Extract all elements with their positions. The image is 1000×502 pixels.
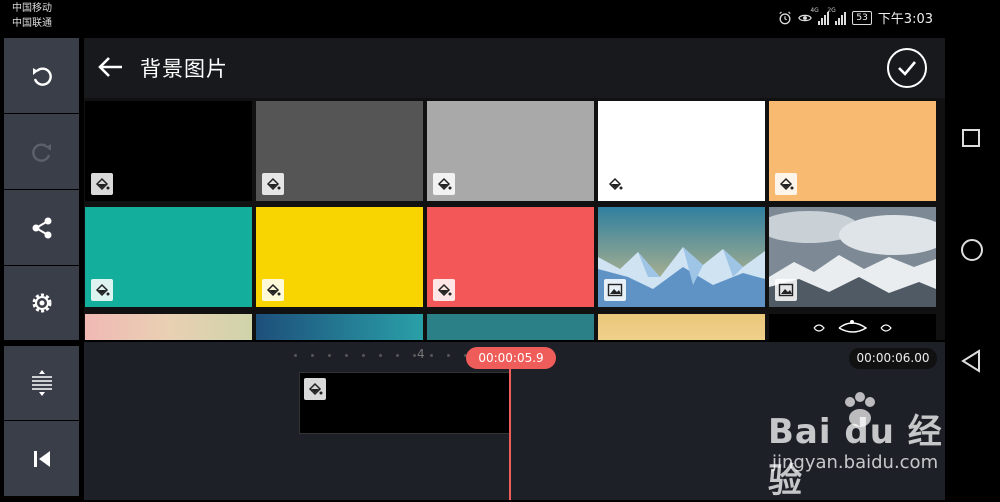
- color-tile[interactable]: [427, 101, 594, 201]
- timeline-ruler: [294, 354, 484, 357]
- battery-indicator: 53: [852, 10, 872, 25]
- image-tile-sand[interactable]: [598, 314, 765, 340]
- paint-bucket-icon: [262, 279, 284, 301]
- playhead-line[interactable]: [509, 368, 511, 500]
- share-icon: [32, 217, 51, 238]
- paint-bucket-icon: [433, 173, 455, 195]
- share-button[interactable]: [4, 190, 79, 265]
- left-toolbar: [4, 38, 80, 496]
- paint-bucket-icon: [775, 173, 797, 195]
- color-tile[interactable]: [256, 101, 423, 201]
- undo-button[interactable]: [4, 38, 79, 113]
- timeline-clip[interactable]: [299, 372, 511, 434]
- image-icon: [604, 279, 626, 301]
- confirm-button[interactable]: [887, 48, 927, 88]
- ornament-decoration: [813, 320, 892, 333]
- image-icon: [775, 279, 797, 301]
- header-bar: 背景图片: [84, 38, 945, 98]
- paint-bucket-icon: [91, 173, 113, 195]
- image-tile-ornament[interactable]: [769, 314, 936, 340]
- baidu-watermark: Bai du 经验 jingyan.baidu.com: [768, 390, 948, 501]
- split-icon: [31, 370, 52, 396]
- checkmark-icon: [898, 61, 916, 76]
- android-nav-bar: [945, 0, 1000, 500]
- skip-to-start-icon: [33, 450, 50, 467]
- back-icon[interactable]: [959, 348, 983, 374]
- redo-icon: [31, 142, 51, 162]
- color-tile[interactable]: [598, 101, 765, 201]
- image-tile-dark-teal[interactable]: [427, 314, 594, 340]
- carrier-2: 中国联通: [12, 18, 52, 29]
- background-grid: [84, 98, 945, 340]
- undo-icon: [32, 66, 52, 86]
- baidu-url: jingyan.baidu.com: [772, 452, 939, 473]
- paint-bucket-icon: [604, 173, 626, 195]
- clock: 下午3:03: [877, 12, 933, 27]
- carrier-1: 中国移动: [12, 3, 52, 14]
- color-tile[interactable]: [427, 207, 594, 307]
- color-tile[interactable]: [85, 207, 252, 307]
- color-tile[interactable]: [85, 101, 252, 201]
- image-tile-mountains[interactable]: [598, 207, 765, 307]
- paint-bucket-icon: [262, 173, 284, 195]
- page-title: 背景图片: [140, 57, 228, 81]
- skip-to-start-button[interactable]: [4, 421, 79, 496]
- status-icons: 4G 2G 53 下午3:03: [778, 7, 933, 27]
- image-tile-teal-gradient[interactable]: [256, 314, 423, 340]
- redo-button[interactable]: [4, 114, 79, 189]
- image-tile-bokeh[interactable]: [85, 314, 252, 340]
- settings-icon: [32, 293, 51, 313]
- image-tile-snowy-peaks[interactable]: [769, 207, 936, 307]
- paint-bucket-icon: [433, 279, 455, 301]
- signal-2-icon: 2G: [827, 7, 847, 25]
- paint-bucket-icon: [304, 378, 326, 400]
- paint-bucket-icon: [91, 279, 113, 301]
- total-duration: 00:00:06.00: [849, 348, 937, 369]
- status-bar: 中国移动 中国联通 4G 2G 53 下午3:03: [0, 0, 945, 34]
- timeline-tick-label: 4: [417, 347, 425, 361]
- back-arrow-icon[interactable]: [96, 52, 126, 82]
- settings-button[interactable]: [4, 266, 79, 340]
- home-icon[interactable]: [961, 239, 983, 261]
- alarm-icon: [779, 10, 791, 24]
- playhead-time[interactable]: 00:00:05.9: [466, 347, 556, 369]
- color-tile[interactable]: [769, 101, 936, 201]
- split-button[interactable]: [4, 346, 79, 420]
- color-tile[interactable]: [256, 207, 423, 307]
- recent-apps-icon[interactable]: [962, 129, 980, 147]
